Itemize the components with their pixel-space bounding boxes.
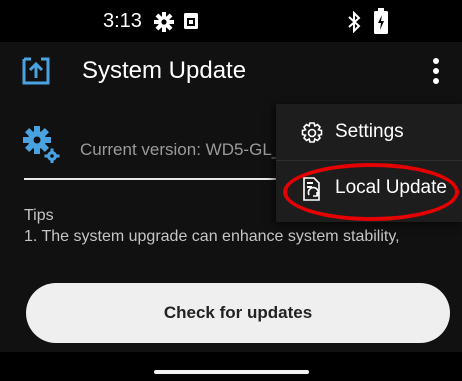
upload-box-icon bbox=[22, 57, 50, 85]
battery-charging-icon bbox=[374, 8, 388, 34]
highlight-annotation bbox=[283, 163, 459, 221]
menu-item-label: Settings bbox=[335, 121, 404, 142]
bluetooth-icon bbox=[348, 11, 361, 33]
menu-divider bbox=[276, 160, 462, 161]
more-vertical-icon[interactable] bbox=[426, 54, 446, 90]
menu-item-settings[interactable]: Settings bbox=[276, 106, 462, 160]
navigation-bar bbox=[0, 352, 462, 381]
tips-text: 1. The system upgrade can enhance system… bbox=[24, 228, 400, 245]
sim-card-icon bbox=[184, 13, 198, 29]
gear-outline-icon bbox=[301, 122, 323, 143]
divider bbox=[24, 178, 276, 180]
page-title: System Update bbox=[82, 57, 247, 84]
current-version-text: Current version: WD5-GL_ bbox=[80, 140, 282, 159]
status-time: 3:13 bbox=[103, 10, 142, 32]
home-indicator[interactable] bbox=[154, 370, 309, 374]
gear-icon bbox=[154, 12, 174, 32]
status-bar bbox=[0, 0, 462, 42]
settings-gear-icon bbox=[23, 126, 60, 163]
tips-heading: Tips bbox=[24, 207, 54, 224]
check-for-updates-button[interactable]: Check for updates bbox=[26, 283, 450, 343]
